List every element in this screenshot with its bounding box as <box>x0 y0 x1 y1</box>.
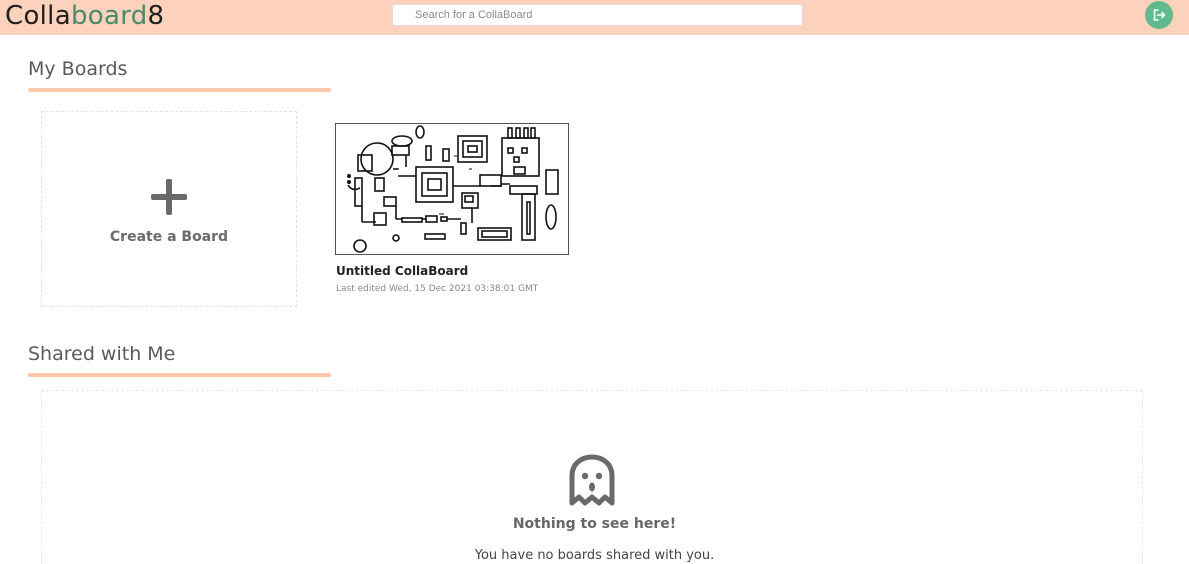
logo-text-8: 8 <box>147 1 165 31</box>
app-logo[interactable]: Collaboard8 <box>5 1 164 31</box>
top-bar: Collaboard8 <box>0 0 1189 35</box>
plus-icon <box>151 179 187 215</box>
logout-button[interactable] <box>1145 1 1173 29</box>
ghost-icon <box>569 454 615 506</box>
empty-state-subtitle: You have no boards shared with you. <box>474 548 715 563</box>
logout-icon <box>1153 9 1166 21</box>
board-preview-drawing <box>347 125 559 253</box>
shared-heading: Shared with Me <box>28 343 176 365</box>
shared-underline <box>28 373 331 377</box>
search-input[interactable] <box>392 4 803 26</box>
board-thumbnail[interactable] <box>335 123 569 255</box>
logo-text-colla: Colla <box>5 1 71 31</box>
my-boards-underline <box>28 88 331 92</box>
logo-text-board: board <box>70 1 148 31</box>
create-board-card[interactable]: Create a Board <box>41 111 297 307</box>
board-title[interactable]: Untitled CollaBoard <box>336 264 468 278</box>
my-boards-heading: My Boards <box>28 58 128 80</box>
board-last-edited: Last edited Wed, 15 Dec 2021 03:38:01 GM… <box>336 284 539 294</box>
create-board-label: Create a Board <box>109 229 229 245</box>
empty-state-title: Nothing to see here! <box>512 516 677 532</box>
